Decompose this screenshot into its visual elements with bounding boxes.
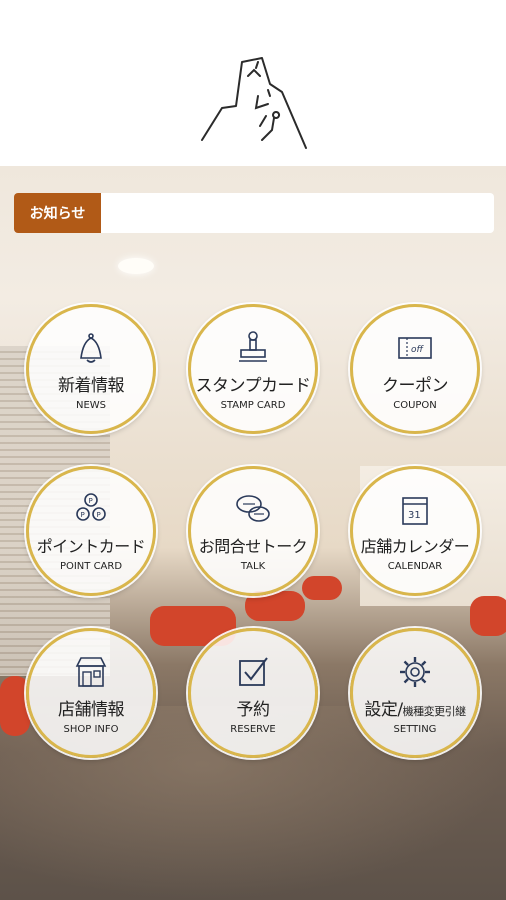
reserve-button[interactable]: 予約 RESERVE <box>188 628 318 758</box>
calendar-icon: 31 <box>402 497 428 525</box>
coupon-sub: COUPON <box>393 399 437 411</box>
shop-info-title: 店舗情報 <box>58 699 125 720</box>
calendar-day: 31 <box>408 510 421 521</box>
setting-title-main: 設定/ <box>364 699 403 720</box>
app-header <box>0 0 506 166</box>
gear-icon <box>400 656 430 687</box>
talk-sub: TALK <box>240 561 266 572</box>
stamp-card-title: スタンプカード <box>195 375 312 396</box>
news-button[interactable]: 新着情報 NEWS <box>26 304 156 434</box>
setting-sub: SETTING <box>393 723 437 735</box>
news-title: 新着情報 <box>58 375 125 396</box>
bellpa-logo <box>201 57 307 149</box>
svg-text:P: P <box>89 497 93 505</box>
stamp-icon <box>239 330 267 362</box>
point-card-sub: POINT CARD <box>59 561 123 572</box>
reserve-sub: RESERVE <box>230 723 276 735</box>
setting-button[interactable]: 設定/機種変更引継 SETTING <box>350 628 480 758</box>
news-sub: NEWS <box>75 399 107 411</box>
calendar-sub: CALENDAR <box>387 561 443 572</box>
svg-text:off: off <box>411 345 425 355</box>
stamp-card-button[interactable]: スタンプカード STAMP CARD <box>188 304 318 434</box>
talk-title: お問合せトーク <box>198 537 308 556</box>
notice-body <box>101 193 494 233</box>
notice-bar[interactable]: お知らせ <box>14 193 494 233</box>
svg-text:P: P <box>81 511 85 519</box>
talk-button[interactable]: お問合せトーク TALK <box>188 466 318 596</box>
point-card-title: ポイントカード <box>36 537 146 556</box>
setting-title-suffix: 機種変更引継 <box>402 704 467 718</box>
reserve-title: 予約 <box>236 699 271 720</box>
calendar-button[interactable]: 31 店舗カレンダー CALENDAR <box>350 466 480 596</box>
svg-text:P: P <box>97 511 101 519</box>
shop-icon <box>75 656 107 687</box>
checkbox-icon <box>239 656 268 686</box>
bell-icon <box>80 332 102 363</box>
notice-label: お知らせ <box>14 193 101 233</box>
point-card-button[interactable]: P P P ポイントカード POINT CARD <box>26 466 156 596</box>
calendar-title: 店舗カレンダー <box>360 537 470 556</box>
shop-info-button[interactable]: 店舗情報 SHOP INFO <box>26 628 156 758</box>
coupon-icon: off <box>398 336 432 359</box>
shop-info-sub: SHOP INFO <box>63 723 119 735</box>
coins-icon: P P P <box>76 493 106 521</box>
setting-title: 設定/機種変更引継 <box>364 695 467 720</box>
coupon-button[interactable]: off クーポン COUPON <box>350 304 480 434</box>
stamp-card-sub: STAMP CARD <box>220 399 286 411</box>
coupon-title: クーポン <box>382 375 449 396</box>
chat-icon <box>236 495 270 522</box>
